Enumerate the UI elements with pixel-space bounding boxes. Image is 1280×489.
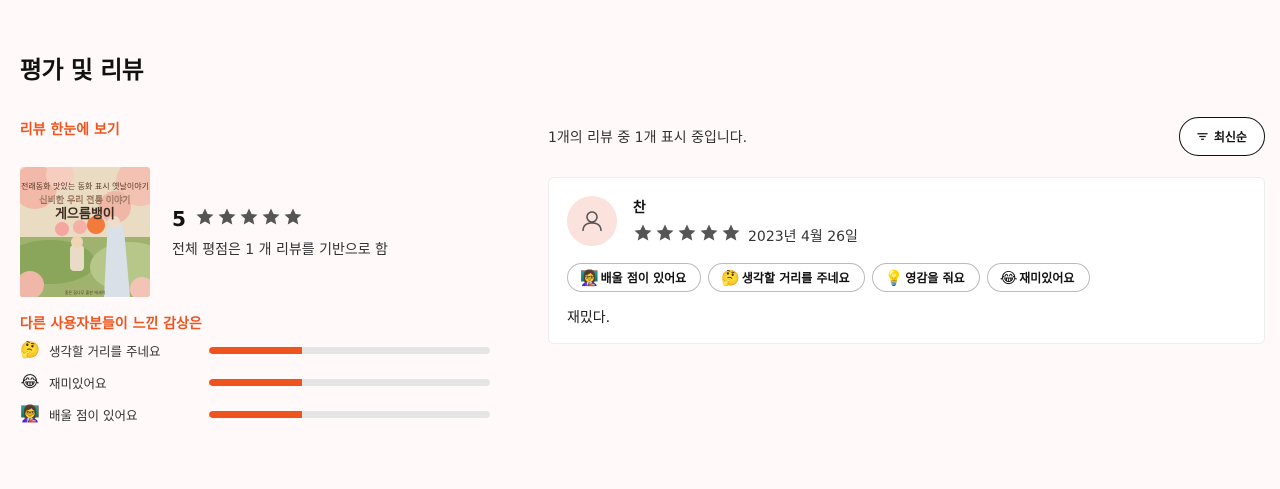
overview-label: 리뷰 한눈에 보기 [20, 122, 120, 138]
review-star-rating [633, 223, 741, 243]
page-title: 평가 및 리뷰 [20, 56, 144, 84]
star-icon [217, 207, 237, 227]
review-count-text: 1개의 리뷰 중 1개 표시 중입니다. [548, 130, 748, 146]
chip-label: 배울 점이 있어요 [600, 271, 687, 285]
star-icon [261, 207, 281, 227]
feeling-bar-fill [209, 378, 302, 386]
review-date: 2023년 4월 26일 [748, 229, 858, 245]
chip-label: 생각할 거리를 주네요 [742, 271, 850, 285]
review-body: 재밌다. [567, 310, 611, 326]
average-score: 5 [172, 207, 186, 231]
feelings-label: 다른 사용자분들이 느낀 감상은 [20, 316, 203, 332]
star-icon [677, 223, 697, 243]
star-icon [633, 223, 653, 243]
feeling-label: 배울 점이 있어요 [49, 407, 138, 423]
chip-label: 재미있어요 [1019, 271, 1075, 285]
star-icon [283, 207, 303, 227]
thinking-face-icon: 🤔 [20, 340, 40, 359]
teacher-icon: 👩‍🏫 [20, 404, 40, 423]
feeling-bar-fill [209, 410, 302, 418]
feeling-label: 생각할 거리를 주네요 [49, 343, 161, 359]
feeling-bar-fill [209, 346, 302, 354]
reaction-chip-learning[interactable]: 👩‍🏫 배울 점이 있어요 [567, 263, 702, 292]
star-icon [655, 223, 675, 243]
book-cover-image: 전래동화 맛있는 동화 표시 옛날이야기 신비한 우리 전통 이야기 게으름뱅이… [20, 167, 150, 297]
sort-button[interactable]: 최신순 [1179, 117, 1265, 156]
review-card: 찬 2023년 4월 26일 👩‍🏫 배울 점이 있어요 🤔 생각할 거리를 주… [548, 177, 1265, 344]
thinking-face-icon: 🤔 [721, 268, 741, 287]
chip-label: 영감을 줘요 [905, 271, 965, 285]
reaction-chip-inspiration[interactable]: 💡 영감을 줘요 [871, 263, 980, 292]
star-icon [699, 223, 719, 243]
feeling-bar [209, 410, 490, 418]
feeling-row: 😂 재미있어요 [20, 371, 490, 393]
filter-icon [1197, 133, 1208, 140]
feeling-bar [209, 346, 490, 354]
reviewer-name: 찬 [633, 200, 646, 216]
reaction-chip-fun[interactable]: 😂 재미있어요 [986, 263, 1090, 292]
laughing-face-icon: 😂 [999, 268, 1018, 287]
feeling-row: 👩‍🏫 배울 점이 있어요 [20, 403, 490, 425]
user-icon [582, 211, 602, 232]
star-icon [721, 223, 741, 243]
rating-basis-text: 전체 평점은 1 개 리뷰를 기반으로 함 [172, 242, 388, 258]
reaction-chip-thinking[interactable]: 🤔 생각할 거리를 주네요 [708, 263, 865, 292]
cover-line2: 신비한 우리 전통 이야기 [39, 195, 130, 206]
summary-star-rating [195, 207, 303, 227]
star-icon [195, 207, 215, 227]
teacher-icon: 👩‍🏫 [580, 268, 599, 287]
feeling-row: 🤔 생각할 거리를 주네요 [20, 339, 490, 361]
avatar [567, 196, 617, 246]
reaction-chips: 👩‍🏫 배울 점이 있어요 🤔 생각할 거리를 주네요 💡 영감을 줘요 😂 재… [567, 263, 1090, 292]
star-icon [239, 207, 259, 227]
feeling-bar [209, 378, 490, 386]
sort-label: 최신순 [1213, 130, 1248, 144]
cover-publisher: 좋은 꿈나무 출판 에세이 [65, 289, 106, 295]
cover-title: 게으름뱅이 [55, 206, 115, 222]
lightbulb-icon: 💡 [884, 268, 904, 287]
cover-line1: 전래동화 맛있는 동화 표시 옛날이야기 [21, 181, 149, 191]
laughing-face-icon: 😂 [20, 372, 40, 391]
feeling-label: 재미있어요 [49, 375, 107, 391]
